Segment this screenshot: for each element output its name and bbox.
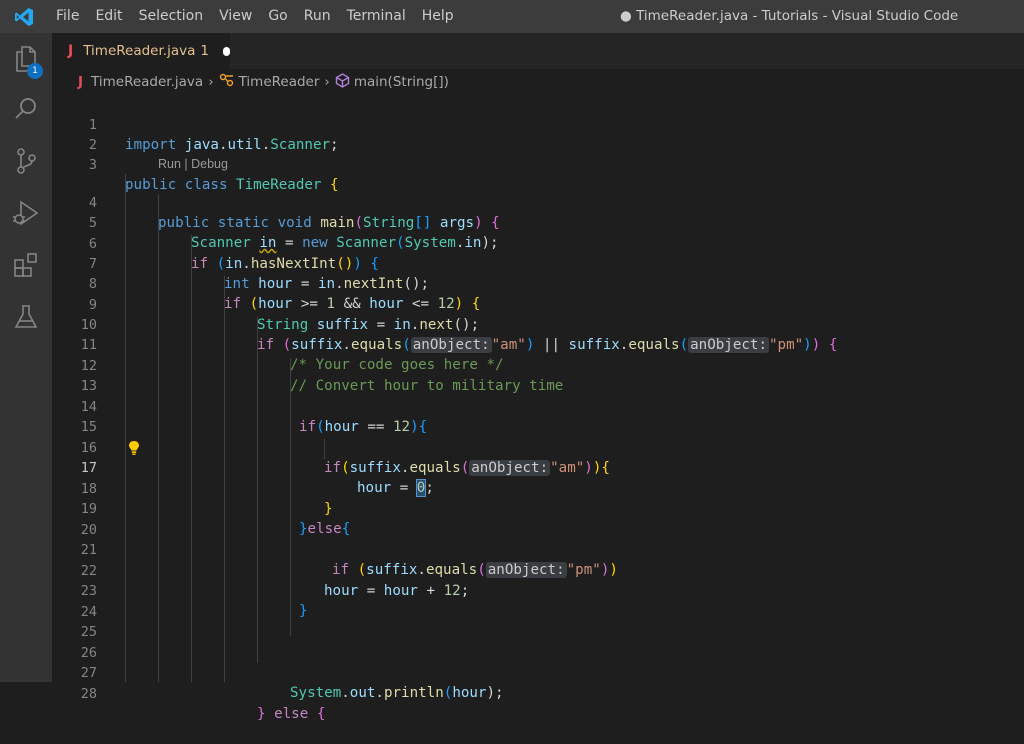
explorer-badge: 1 xyxy=(27,63,43,79)
code-line: 27 System.out.println(hour); xyxy=(52,643,1024,701)
class-symbol-icon xyxy=(219,73,235,91)
chevron-right-icon: › xyxy=(324,74,330,90)
code-line: 26 xyxy=(52,623,1024,661)
codelens-run-debug[interactable]: Run | Debug xyxy=(158,155,228,173)
menu-run[interactable]: Run xyxy=(296,0,339,33)
code-line: 13 xyxy=(52,356,1024,394)
vscode-logo-icon[interactable] xyxy=(0,0,48,33)
code-line: 16 if(suffix.equals(anObject: "am")){ xyxy=(52,418,1024,476)
breadcrumb-file[interactable]: TimeReader.java xyxy=(91,74,203,90)
method-symbol-icon xyxy=(335,72,350,92)
window-title: ● TimeReader.java - Tutorials - Visual S… xyxy=(620,8,959,24)
code-line: 18 } xyxy=(52,459,1024,517)
code-line: 1 import java.util.Scanner; xyxy=(52,95,1024,153)
menu-file[interactable]: File xyxy=(48,0,87,33)
code-line: 20 xyxy=(52,500,1024,538)
source-control-icon[interactable] xyxy=(0,141,52,181)
tab-label: TimeReader.java xyxy=(83,43,196,59)
code-line: 19 }else{ xyxy=(52,479,1024,537)
code-line: 23 } xyxy=(52,561,1024,619)
code-line: 3 public class TimeReader { xyxy=(52,135,1024,193)
line-number: 28 xyxy=(80,686,97,702)
activity-bar: 1 xyxy=(0,33,52,682)
menu-help[interactable]: Help xyxy=(414,0,462,33)
unsaved-dot-icon[interactable] xyxy=(222,46,230,56)
code-line: 22 hour = hour + 12; xyxy=(52,541,1024,599)
breadcrumb-class[interactable]: TimeReader xyxy=(239,74,320,90)
line-number: 3 xyxy=(88,157,97,173)
code-line: 11 /* Your code goes here */ xyxy=(52,315,1024,373)
code-line: 14 if(hour == 12){ xyxy=(52,377,1024,435)
code-editor[interactable]: 1 import java.util.Scanner; 2 3 public c… xyxy=(52,95,1024,722)
menu-selection[interactable]: Selection xyxy=(131,0,212,33)
breadcrumb-method[interactable]: main(String[]) xyxy=(354,74,449,90)
code-line: 25 xyxy=(52,602,1024,640)
code-line: 9 String suffix = in.next(); xyxy=(52,275,1024,333)
code-line: 5 Scanner in = new Scanner(System.in); xyxy=(52,193,1024,251)
run-debug-icon[interactable] xyxy=(0,193,52,233)
chevron-right-icon: › xyxy=(208,74,214,90)
java-file-icon: J xyxy=(68,43,74,59)
code-line: 28 } else { xyxy=(52,664,1024,722)
tab-bar: J TimeReader.java 1 xyxy=(52,33,1024,69)
code-line: 15 xyxy=(52,397,1024,435)
menu-edit[interactable]: Edit xyxy=(87,0,130,33)
menu-view[interactable]: View xyxy=(211,0,260,33)
extensions-icon[interactable] xyxy=(0,245,52,285)
breadcrumb: J TimeReader.java › TimeReader › main(St… xyxy=(52,69,1024,95)
code-line: 8 if (hour >= 1 && hour <= 12) { xyxy=(52,254,1024,312)
tab-timereader-java[interactable]: J TimeReader.java 1 xyxy=(52,33,230,69)
code-line: 6 if (in.hasNextInt()) { xyxy=(52,214,1024,272)
code-line: 2 xyxy=(52,115,1024,153)
code-line: 21 if (suffix.equals(anObject: "pm")) xyxy=(52,520,1024,578)
testing-icon[interactable] xyxy=(0,297,52,337)
code-line: 10 if (suffix.equals(anObject: "am") || s… xyxy=(52,295,1024,353)
menu-terminal[interactable]: Terminal xyxy=(339,0,414,33)
search-icon[interactable] xyxy=(0,89,52,129)
tab-problem-count: 1 xyxy=(200,43,209,59)
code-line-active: 17 hour = 0; xyxy=(52,438,1024,497)
title-bar: File Edit Selection View Go Run Terminal… xyxy=(0,0,1024,33)
code-line: 7 int hour = in.nextInt(); xyxy=(52,234,1024,292)
menu-go[interactable]: Go xyxy=(260,0,295,33)
explorer-icon[interactable]: 1 xyxy=(0,39,52,79)
code-line: 24 xyxy=(52,582,1024,620)
code-line: 4 public static void main(String[] args)… xyxy=(52,173,1024,231)
java-file-icon: J xyxy=(78,74,84,90)
code-line: 12 // Convert hour to military time xyxy=(52,336,1024,394)
